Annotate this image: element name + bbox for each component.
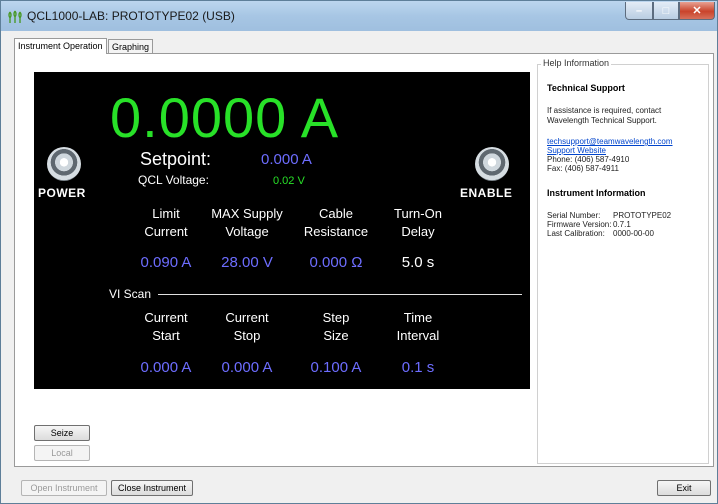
- app-icon: [8, 10, 22, 23]
- minimize-button[interactable]: –: [625, 2, 653, 20]
- time-interval-value[interactable]: 0.1 s: [368, 359, 468, 376]
- maximize-icon: □: [662, 4, 670, 17]
- tab-instrument-operation[interactable]: Instrument Operation: [14, 38, 107, 54]
- power-knob-icon[interactable]: [47, 147, 81, 181]
- time-interval-header: Time Interval: [368, 309, 468, 345]
- header-line-2: Delay: [401, 224, 435, 239]
- turn-on-delay-value[interactable]: 5.0 s: [368, 254, 468, 271]
- app-window: QCL1000-LAB: PROTOTYPE02 (USB) – □ ✕ Ins…: [0, 0, 718, 504]
- tab-graphing[interactable]: Graphing: [108, 39, 154, 54]
- current-stop-header: Current Stop: [197, 309, 297, 345]
- support-fax: Fax: (406) 587-4911: [547, 164, 619, 173]
- close-window-button[interactable]: ✕: [679, 2, 715, 20]
- close-icon: ✕: [692, 5, 702, 17]
- instrument-information-heading: Instrument Information: [547, 188, 646, 198]
- max-supply-voltage-value[interactable]: 28.00 V: [197, 254, 297, 271]
- support-text-line-2: Wavelength Technical Support.: [547, 116, 657, 125]
- open-instrument-button[interactable]: Open Instrument: [21, 480, 107, 496]
- exit-button[interactable]: Exit: [657, 480, 711, 496]
- turn-on-delay-header: Turn-On Delay: [368, 205, 468, 241]
- help-legend: Help Information: [541, 58, 612, 68]
- last-calibration-label: Last Calibration:: [547, 229, 605, 238]
- maximize-button[interactable]: □: [653, 2, 679, 20]
- enable-label: ENABLE: [460, 186, 513, 200]
- vi-scan-divider: [158, 294, 522, 295]
- header-line-2: Interval: [396, 328, 440, 343]
- window-title: QCL1000-LAB: PROTOTYPE02 (USB): [27, 9, 235, 23]
- setpoint-value[interactable]: 0.000 A: [261, 151, 312, 168]
- seize-button[interactable]: Seize: [34, 425, 90, 441]
- header-line-2: Stop: [233, 328, 261, 343]
- support-text-line-1: If assistance is required, contact: [547, 106, 662, 115]
- header-line-1: MAX Supply: [211, 206, 283, 221]
- current-readout: 0.0000 A: [110, 86, 340, 149]
- header-line-1: Current: [225, 310, 269, 325]
- close-instrument-button[interactable]: Close Instrument: [111, 480, 193, 496]
- last-calibration-value: 0000-00-00: [613, 229, 654, 238]
- current-stop-value[interactable]: 0.000 A: [197, 359, 297, 376]
- qcl-voltage-value: 0.02 V: [273, 175, 305, 187]
- header-line-1: Time: [403, 310, 433, 325]
- local-button[interactable]: Local: [34, 445, 90, 461]
- power-label: POWER: [38, 186, 86, 200]
- max-supply-voltage-header: MAX Supply Voltage: [197, 205, 297, 241]
- technical-support-heading: Technical Support: [547, 83, 625, 93]
- header-line-2: Voltage: [225, 224, 269, 239]
- title-bar[interactable]: QCL1000-LAB: PROTOTYPE02 (USB) – □ ✕: [1, 1, 717, 31]
- minimize-icon: –: [635, 4, 643, 17]
- setpoint-label: Setpoint:: [140, 149, 212, 169]
- header-line-1: Turn-On: [394, 206, 442, 221]
- qcl-voltage-label: QCL Voltage:: [138, 173, 209, 187]
- instrument-display: 0.0000 A POWER ENABLE Setpoint: 0.000 A …: [34, 72, 530, 389]
- vi-scan-label: VI Scan: [109, 287, 152, 301]
- enable-knob-icon[interactable]: [475, 147, 509, 181]
